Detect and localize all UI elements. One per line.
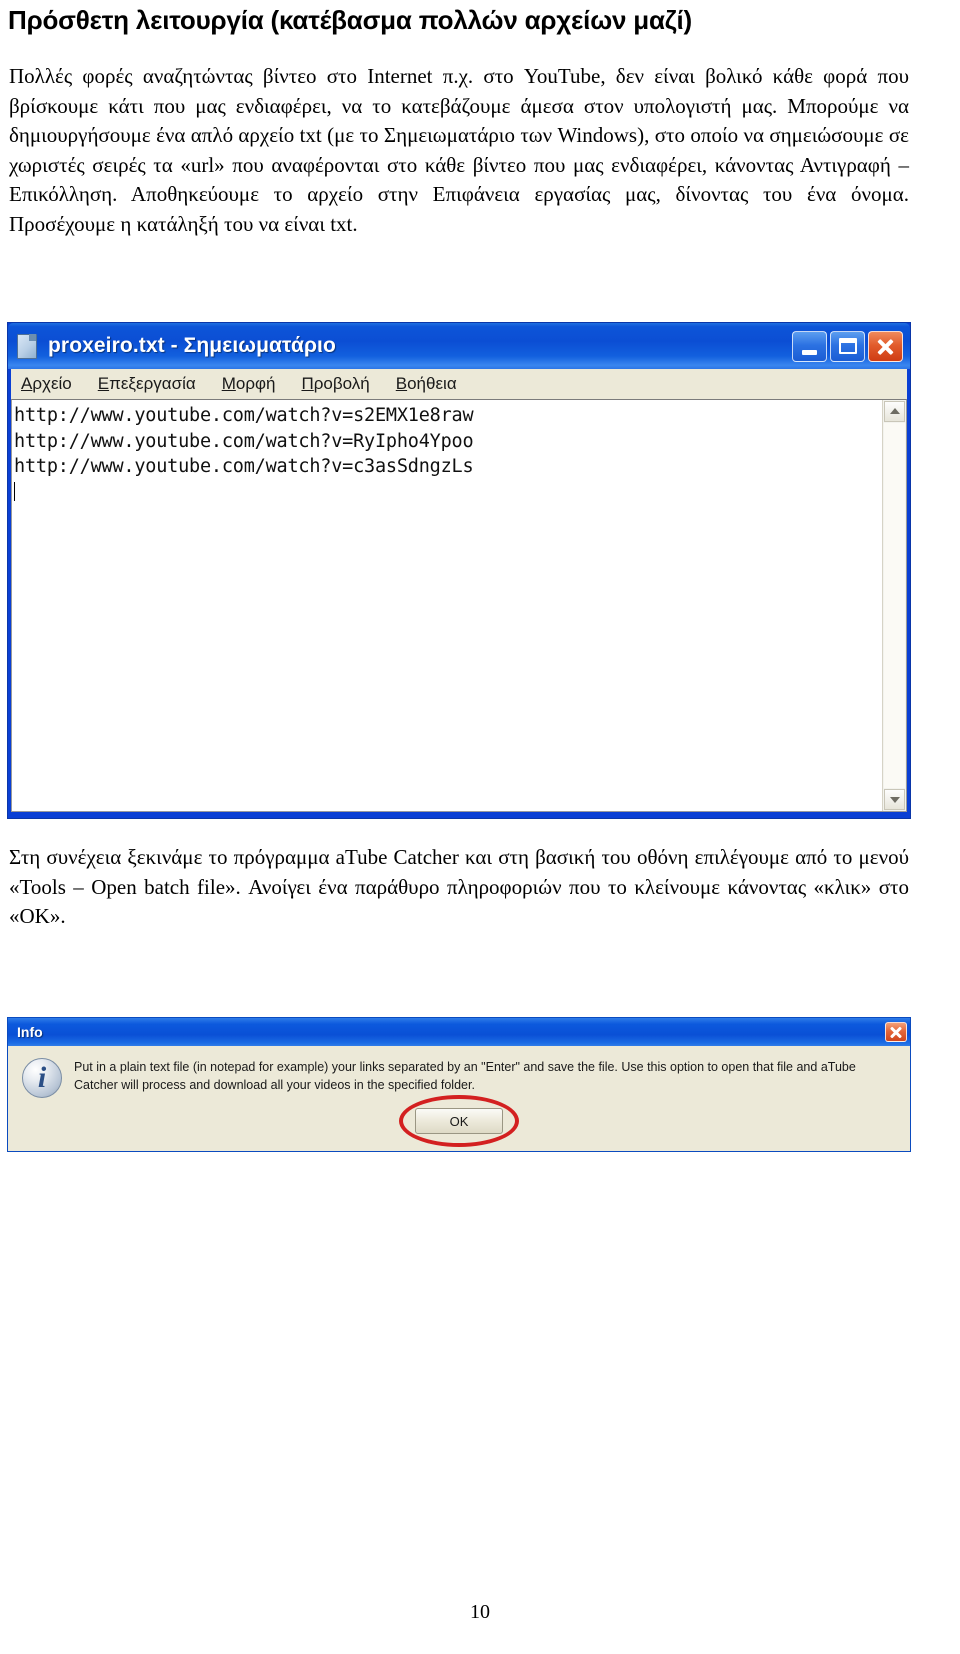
notepad-title-text: proxeiro.txt - Σημειωματάριο bbox=[48, 334, 336, 357]
instructions-paragraph: Στη συνέχεια ξεκινάμε το πρόγραμμα aTube… bbox=[9, 845, 909, 928]
vertical-scrollbar[interactable] bbox=[882, 400, 906, 811]
notepad-text-input[interactable]: http://www.youtube.com/watch?v=s2EMX1e8r… bbox=[14, 403, 880, 811]
menu-label-format: ορφή bbox=[235, 374, 276, 393]
menu-mnemonic-format: Μ bbox=[221, 374, 236, 393]
info-close-button[interactable] bbox=[885, 1022, 907, 1042]
info-dialog-message: Put in a plain text file (in notepad for… bbox=[74, 1060, 856, 1092]
menu-item-format[interactable]: Μορφή bbox=[222, 374, 276, 394]
info-dialog-body: i Put in a plain text file (in notepad f… bbox=[8, 1046, 910, 1151]
notepad-line-3: http://www.youtube.com/watch?v=c3asSdngz… bbox=[14, 456, 474, 477]
menu-item-edit[interactable]: Επεξεργασία bbox=[98, 374, 196, 394]
menu-label-help: οήθεια bbox=[407, 374, 457, 393]
notepad-line-1: http://www.youtube.com/watch?v=s2EMX1e8r… bbox=[14, 405, 474, 426]
scroll-down-arrow-icon[interactable] bbox=[884, 789, 905, 810]
document-page: Πρόσθετη λειτουργία (κατέβασμα πολλών αρ… bbox=[0, 0, 960, 1654]
menu-item-help[interactable]: Βοήθεια bbox=[396, 374, 457, 394]
close-button[interactable] bbox=[868, 330, 903, 362]
menu-mnemonic-edit: Ε bbox=[97, 374, 110, 393]
menu-item-file[interactable]: Αρχείο bbox=[21, 374, 72, 394]
page-title: Πρόσθετη λειτουργία (κατέβασμα πολλών αρ… bbox=[8, 5, 692, 35]
page-number: 10 bbox=[470, 1601, 490, 1623]
notepad-client-area: http://www.youtube.com/watch?v=s2EMX1e8r… bbox=[11, 399, 907, 812]
menu-label-view: ροβολή bbox=[313, 374, 370, 393]
scrollbar-track[interactable] bbox=[884, 423, 905, 788]
notepad-window: proxeiro.txt - Σημειωματάριο Αρχείο Επεξ… bbox=[7, 322, 911, 819]
menu-label-edit: πεξεργασία bbox=[109, 374, 196, 393]
menu-mnemonic-view: Π bbox=[301, 374, 314, 393]
minimize-button[interactable] bbox=[792, 330, 827, 362]
information-icon-glyph: i bbox=[37, 1061, 47, 1094]
information-icon: i bbox=[20, 1056, 64, 1100]
notepad-window-controls bbox=[792, 330, 906, 362]
notepad-document-icon bbox=[15, 333, 39, 359]
info-dialog-title: Info bbox=[17, 1024, 43, 1040]
menu-label-file: ρχείο bbox=[32, 374, 72, 393]
info-dialog: Info i Put in a plain text file (in note… bbox=[7, 1017, 911, 1152]
ok-button-highlight: OK bbox=[399, 1095, 519, 1147]
maximize-button[interactable] bbox=[830, 330, 865, 362]
menu-mnemonic-file: Α bbox=[21, 374, 33, 393]
text-caret bbox=[14, 481, 15, 501]
menu-mnemonic-help: Β bbox=[395, 374, 408, 393]
notepad-line-2: http://www.youtube.com/watch?v=RyIpho4Yp… bbox=[14, 430, 474, 452]
info-dialog-title-bar: Info bbox=[8, 1018, 910, 1046]
intro-paragraph: Πολλές φορές αναζητώντας βίντεο στο Inte… bbox=[9, 64, 909, 236]
menu-item-view[interactable]: Προβολή bbox=[301, 374, 369, 394]
notepad-title-bar: proxeiro.txt - Σημειωματάριο bbox=[8, 323, 910, 369]
notepad-menu-bar: Αρχείο Επεξεργασία Μορφή Προβολή Βοήθεια bbox=[8, 369, 910, 399]
scroll-up-arrow-icon[interactable] bbox=[884, 401, 905, 422]
ok-button[interactable]: OK bbox=[415, 1108, 503, 1134]
info-dialog-actions: OK bbox=[8, 1095, 910, 1147]
info-message-row: i Put in a plain text file (in notepad f… bbox=[20, 1056, 898, 1100]
